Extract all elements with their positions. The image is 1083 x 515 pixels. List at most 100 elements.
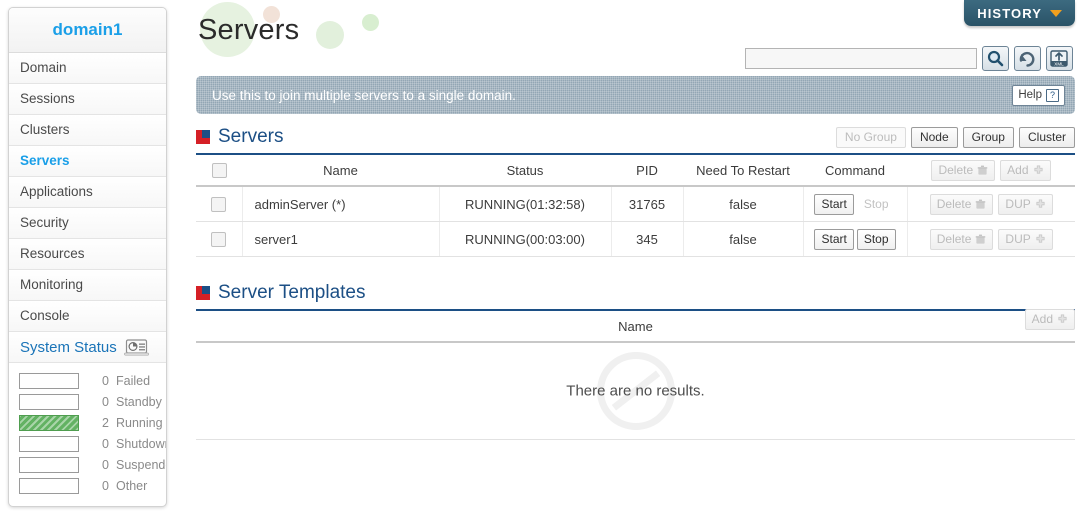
header-actions-cell: Delete Add [907, 155, 1075, 187]
sidebar-item-resources[interactable]: Resources [9, 239, 166, 270]
status-label: Other [116, 478, 148, 493]
sidebar-item-label: Applications [20, 184, 93, 199]
delete-row-button[interactable]: Delete [929, 193, 994, 215]
duplicate-row-button[interactable]: DUP [998, 228, 1053, 250]
sidebar-item-sessions[interactable]: Sessions [9, 84, 166, 115]
empty-state: There are no results. [196, 343, 1075, 440]
templates-header-cell: Name Add [196, 308, 1075, 343]
status-bar [19, 456, 79, 473]
status-bar [19, 477, 79, 494]
status-bar [19, 414, 79, 431]
decorative-blob [362, 14, 379, 31]
sidebar-item-label: Console [20, 308, 70, 323]
refresh-icon[interactable] [1014, 46, 1041, 71]
plus-icon [1036, 234, 1045, 243]
stop-button[interactable]: Stop [856, 228, 896, 250]
sidebar-item-clusters[interactable]: Clusters [9, 115, 166, 146]
column-header-status: Status [439, 155, 611, 187]
info-banner-text: Use this to join multiple servers to a s… [212, 87, 516, 103]
servers-table: Name Status PID Need To Restart Command … [196, 155, 1075, 257]
history-button[interactable]: HISTORY [964, 0, 1075, 26]
column-header-pid: PID [611, 155, 683, 187]
sidebar-item-label: Resources [20, 246, 85, 261]
view-no-group-button[interactable]: No Group [835, 127, 906, 148]
search-toolbar: XML [745, 46, 1073, 71]
help-button[interactable]: Help ? [1012, 84, 1065, 106]
row-checkbox[interactable] [211, 232, 227, 248]
templates-table: Name Add [196, 308, 1075, 343]
delete-row-button[interactable]: Delete [929, 228, 994, 250]
servers-section-header: Servers No Group Node Group Cluster [196, 126, 1075, 155]
row-select-cell [196, 186, 243, 222]
select-all-header [196, 155, 242, 187]
add-label: Add [1007, 163, 1029, 177]
templates-section-title: Server Templates [218, 282, 366, 303]
status-label: Suspended [116, 457, 166, 472]
cell-pid: 345 [611, 221, 684, 257]
status-row-suspended: 0 Suspended [9, 454, 166, 475]
row-checkbox[interactable] [211, 197, 227, 213]
templates-section-header: Server Templates [196, 282, 1075, 311]
view-group-button[interactable]: Group [962, 127, 1014, 148]
sidebar-item-label: Clusters [20, 122, 70, 137]
sidebar-item-monitoring[interactable]: Monitoring [9, 270, 166, 301]
sidebar-item-security[interactable]: Security [9, 208, 166, 239]
delete-label: Delete [938, 163, 974, 177]
dup-label: DUP [1005, 232, 1031, 246]
question-mark-icon: ? [1046, 88, 1059, 102]
column-header-command: Command [803, 155, 907, 187]
view-node-button[interactable]: Node [910, 127, 958, 148]
status-bar [19, 435, 79, 452]
add-label: Add [1031, 312, 1053, 326]
laptop-chart-icon[interactable] [123, 338, 149, 356]
status-count: 2 [102, 415, 109, 430]
status-row-shutdown: 0 Shutdown [9, 433, 166, 454]
status-label: Standby [116, 394, 162, 409]
column-header-name: Name [618, 318, 653, 334]
view-mode-buttons: No Group Node Group Cluster [835, 127, 1075, 148]
decorative-blob [316, 21, 344, 49]
table-header-row: Name Add [196, 308, 1075, 343]
table-row[interactable]: server1 RUNNING(00:03:00) 345 false Star… [196, 221, 1075, 257]
view-cluster-button[interactable]: Cluster [1018, 127, 1075, 148]
delete-label: Delete [936, 197, 972, 211]
status-label: Running [116, 415, 163, 430]
history-label: HISTORY [977, 5, 1042, 21]
sidebar: domain1 Domain Sessions Clusters Servers… [8, 7, 167, 507]
status-row-other: 0 Other [9, 475, 166, 496]
section-marker-icon [196, 286, 210, 300]
add-template-button[interactable]: Add [1024, 308, 1075, 330]
select-all-checkbox[interactable] [211, 163, 227, 179]
search-input[interactable] [745, 48, 977, 69]
status-label: Shutdown [116, 436, 167, 451]
cell-need-to-restart: false [683, 186, 804, 222]
duplicate-row-button[interactable]: DUP [998, 193, 1053, 215]
cell-name: adminServer (*) [242, 186, 440, 222]
sidebar-item-label: Sessions [20, 91, 75, 106]
dup-label: DUP [1005, 197, 1031, 211]
status-count: 0 [102, 394, 109, 409]
add-server-button[interactable]: Add [1000, 159, 1051, 181]
stop-button[interactable]: Stop [857, 194, 896, 215]
plus-icon [1033, 165, 1043, 174]
table-row[interactable]: adminServer (*) RUNNING(01:32:58) 31765 … [196, 186, 1075, 222]
xml-upload-icon[interactable]: XML [1046, 46, 1073, 71]
start-button[interactable]: Start [814, 193, 854, 215]
delete-all-button[interactable]: Delete [931, 159, 996, 181]
plus-icon [1058, 314, 1067, 323]
sidebar-item-servers[interactable]: Servers [9, 146, 166, 177]
sidebar-item-applications[interactable]: Applications [9, 177, 166, 208]
start-button[interactable]: Start [814, 228, 854, 250]
sidebar-item-console[interactable]: Console [9, 301, 166, 332]
cell-actions: Delete DUP [907, 186, 1075, 222]
system-status-list: 0 Failed 0 Standby 2 Running 0 Shutdown … [9, 363, 166, 506]
status-count: 0 [102, 373, 109, 388]
sidebar-item-domain[interactable]: Domain [9, 53, 166, 84]
status-count: 0 [102, 478, 109, 493]
section-marker-icon [196, 130, 210, 144]
plus-icon [1036, 199, 1045, 208]
search-icon[interactable] [982, 46, 1009, 71]
delete-label: Delete [936, 232, 972, 246]
cell-status: RUNNING(00:03:00) [439, 221, 612, 257]
table-header-row: Name Status PID Need To Restart Command … [196, 155, 1075, 187]
